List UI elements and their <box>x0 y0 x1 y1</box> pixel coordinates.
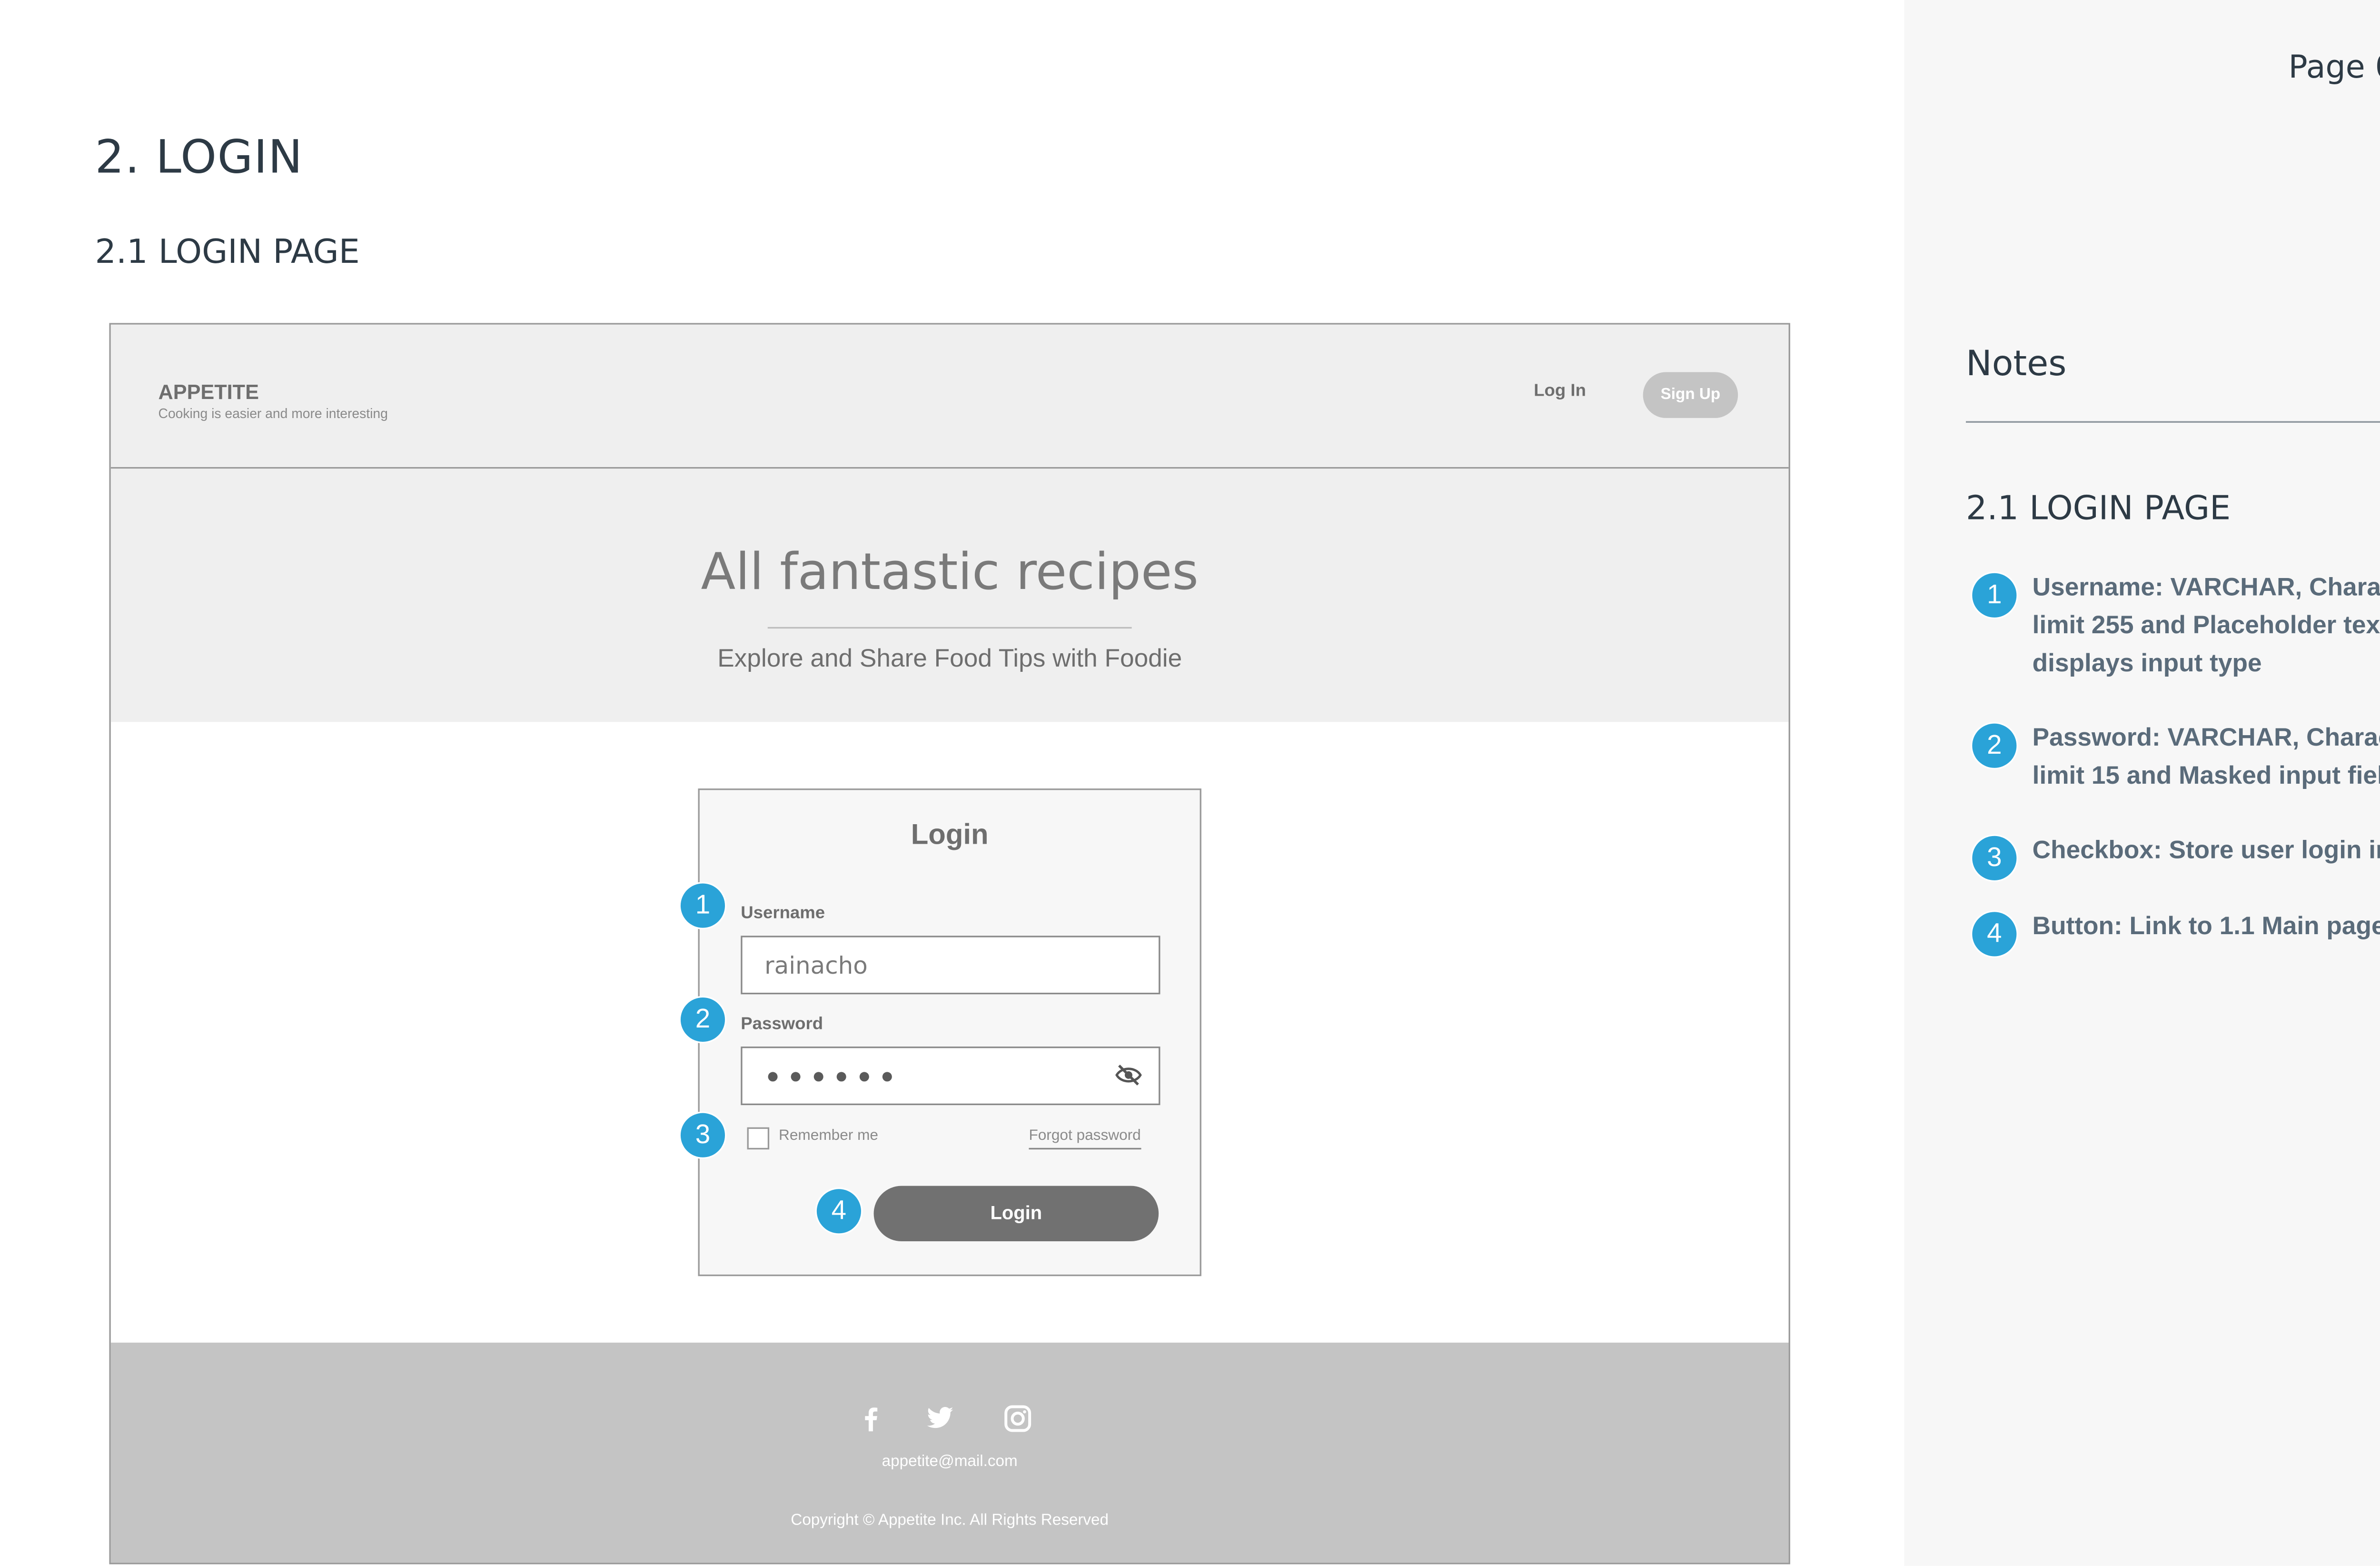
facebook-icon[interactable] <box>856 1405 885 1433</box>
mock-footer: appetite@mail.com Copyright © Appetite I… <box>110 1342 1789 1563</box>
marker-3: 3 <box>680 1113 725 1157</box>
page-heading: 2. LOGIN <box>95 130 304 184</box>
forgot-password-link[interactable]: Forgot password <box>1029 1127 1141 1150</box>
login-card: Login Username rainacho Password ●●●●●● … <box>698 788 1201 1277</box>
hero-divider <box>767 627 1132 629</box>
footer-email[interactable]: appetite@mail.com <box>111 1454 1789 1471</box>
username-value: rainacho <box>764 951 868 980</box>
hero-title: All fantastic recipes <box>701 541 1199 602</box>
note-number: 3 <box>1972 836 2017 880</box>
password-label: Password <box>741 1015 823 1034</box>
note-text: Checkbox: Store user login info <box>2032 838 2380 865</box>
remember-me-checkbox[interactable] <box>747 1127 770 1150</box>
username-label: Username <box>741 904 825 923</box>
brand-tagline: Cooking is easier and more interesting <box>158 405 388 421</box>
marker-1: 1 <box>680 883 725 928</box>
login-page-mockup: APPETITE Cooking is easier and more inte… <box>109 323 1790 1565</box>
remember-me-label: Remember me <box>779 1127 878 1145</box>
password-mask: ●●●●●● <box>766 1062 903 1088</box>
brand-logo[interactable]: APPETITE <box>159 380 259 404</box>
notes-title: Notes <box>1966 345 2067 385</box>
note-text: Button: Link to 1.1 Main page <box>2032 913 2380 941</box>
marker-2: 2 <box>680 997 725 1042</box>
mock-navbar: APPETITE Cooking is easier and more inte… <box>110 324 1789 469</box>
login-button[interactable]: Login <box>873 1186 1159 1242</box>
twitter-icon[interactable] <box>926 1405 954 1433</box>
eye-slash-icon[interactable] <box>1114 1062 1143 1087</box>
notes-section-title: 2.1 LOGIN PAGE <box>1966 489 2231 528</box>
note-number: 4 <box>1972 912 2017 957</box>
notes-panel: Page 02 Notes 2.1 LOGIN PAGE 1 Username:… <box>1904 0 2380 1566</box>
note-number: 2 <box>1972 723 2017 768</box>
notes-divider <box>1966 421 2380 423</box>
wireframe-document: 2. LOGIN 2.1 LOGIN PAGE APPETITE Cooking… <box>0 0 2380 1566</box>
note-text: Username: VARCHAR, Character limit 255 a… <box>2032 575 2380 678</box>
login-card-title: Login <box>911 818 989 850</box>
password-input[interactable]: ●●●●●● <box>741 1047 1160 1106</box>
instagram-icon[interactable] <box>1003 1405 1032 1433</box>
marker-4: 4 <box>816 1189 861 1234</box>
note-number: 1 <box>1972 573 2017 618</box>
page-subheading: 2.1 LOGIN PAGE <box>95 232 360 271</box>
nav-login-link[interactable]: Log In <box>1534 381 1586 400</box>
note-text: Password: VARCHAR, Character limit 15 an… <box>2032 725 2380 790</box>
page-number: Page 02 <box>2288 47 2380 86</box>
nav-signup-button[interactable]: Sign Up <box>1643 372 1738 418</box>
username-input[interactable]: rainacho <box>741 936 1160 995</box>
hero-banner: All fantastic recipes Explore and Share … <box>110 469 1789 722</box>
footer-copyright: Copyright © Appetite Inc. All Rights Res… <box>791 1512 1109 1530</box>
hero-subtitle: Explore and Share Food Tips with Foodie <box>717 646 1182 673</box>
